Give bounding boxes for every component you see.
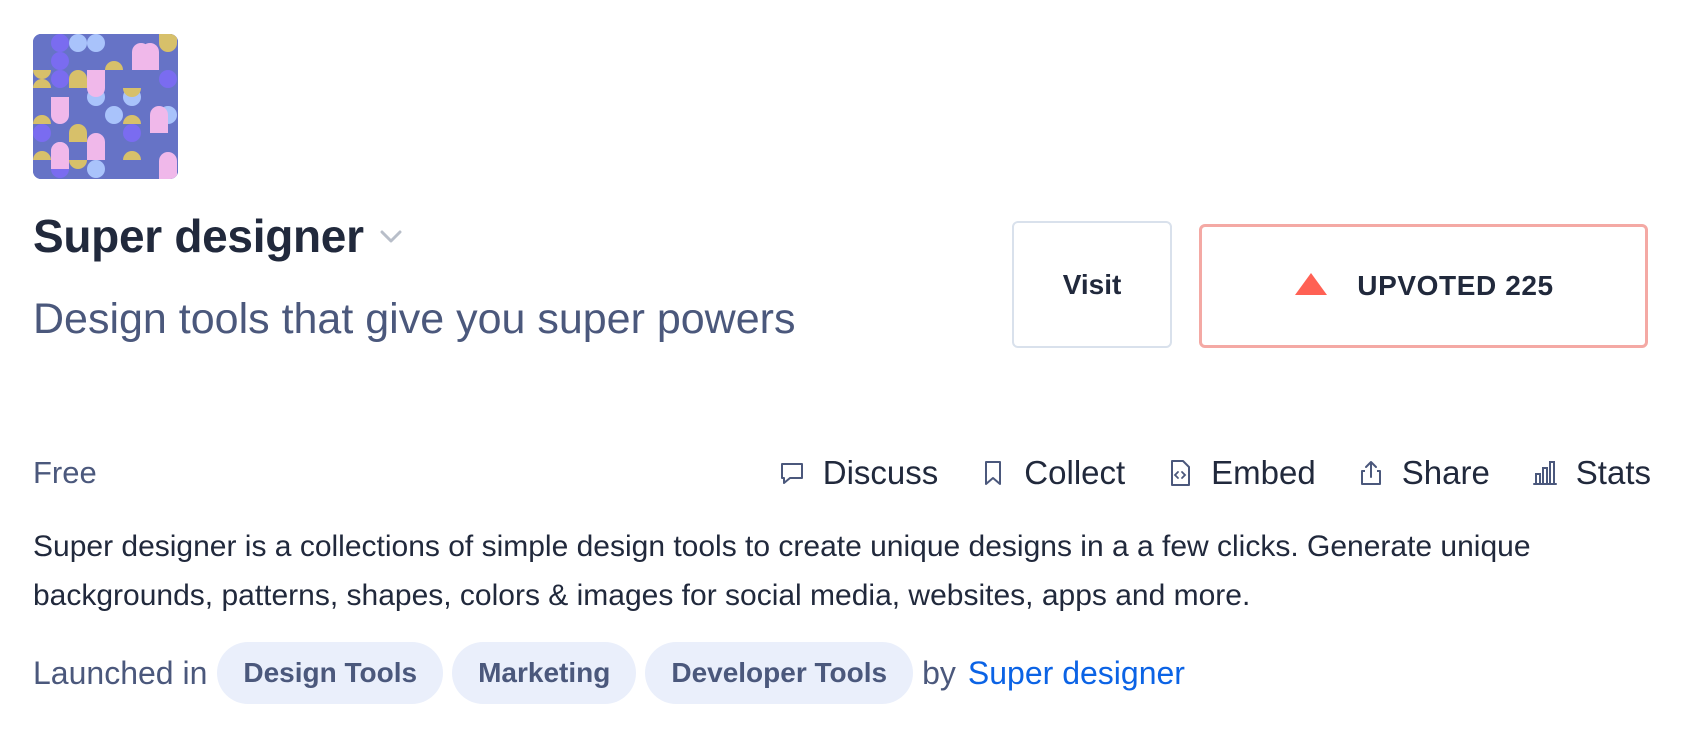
product-description: Super designer is a collections of simpl… [33, 530, 1531, 612]
discuss-label: Discuss [822, 454, 939, 491]
product-logo [33, 34, 178, 179]
maker-link[interactable]: Super designer [968, 655, 1185, 692]
bar-chart-icon [1530, 458, 1560, 488]
pattern-logo-icon [33, 34, 178, 179]
share-label: Share [1401, 454, 1490, 491]
upvote-button[interactable]: UPVOTED 225 [1199, 224, 1648, 348]
action-bar: Discuss Collect Embed Share Stats [737, 453, 1651, 493]
discuss-button[interactable]: Discuss [777, 453, 939, 493]
pricing-label: Free [33, 455, 97, 490]
embed-label: Embed [1211, 454, 1316, 491]
launched-in-row: Launched in Design Tools Marketing Devel… [33, 642, 1185, 704]
collect-button[interactable]: Collect [978, 453, 1125, 493]
share-icon [1356, 458, 1386, 488]
embed-button[interactable]: Embed [1165, 453, 1316, 493]
topic-tag-marketing[interactable]: Marketing [452, 642, 637, 704]
product-title-row: Super designer [33, 208, 402, 264]
stats-label: Stats [1575, 454, 1651, 491]
share-button[interactable]: Share [1356, 453, 1490, 493]
upvote-triangle-icon [1293, 271, 1329, 302]
chevron-down-icon[interactable] [380, 230, 402, 249]
bookmark-icon [978, 458, 1008, 488]
upvote-label: UPVOTED 225 [1357, 270, 1554, 301]
collect-label: Collect [1024, 454, 1126, 491]
launched-in-label: Launched in [33, 654, 208, 691]
embed-code-icon [1165, 458, 1195, 488]
topic-tag-developer-tools[interactable]: Developer Tools [645, 642, 914, 704]
product-tagline: Design tools that give you super powers [33, 295, 796, 343]
visit-button[interactable]: Visit [1012, 221, 1172, 348]
stats-button[interactable]: Stats [1530, 453, 1651, 493]
comment-icon [777, 458, 807, 488]
product-title: Super designer [33, 210, 364, 262]
by-label: by [922, 654, 956, 691]
topic-tag-design-tools[interactable]: Design Tools [217, 642, 444, 704]
